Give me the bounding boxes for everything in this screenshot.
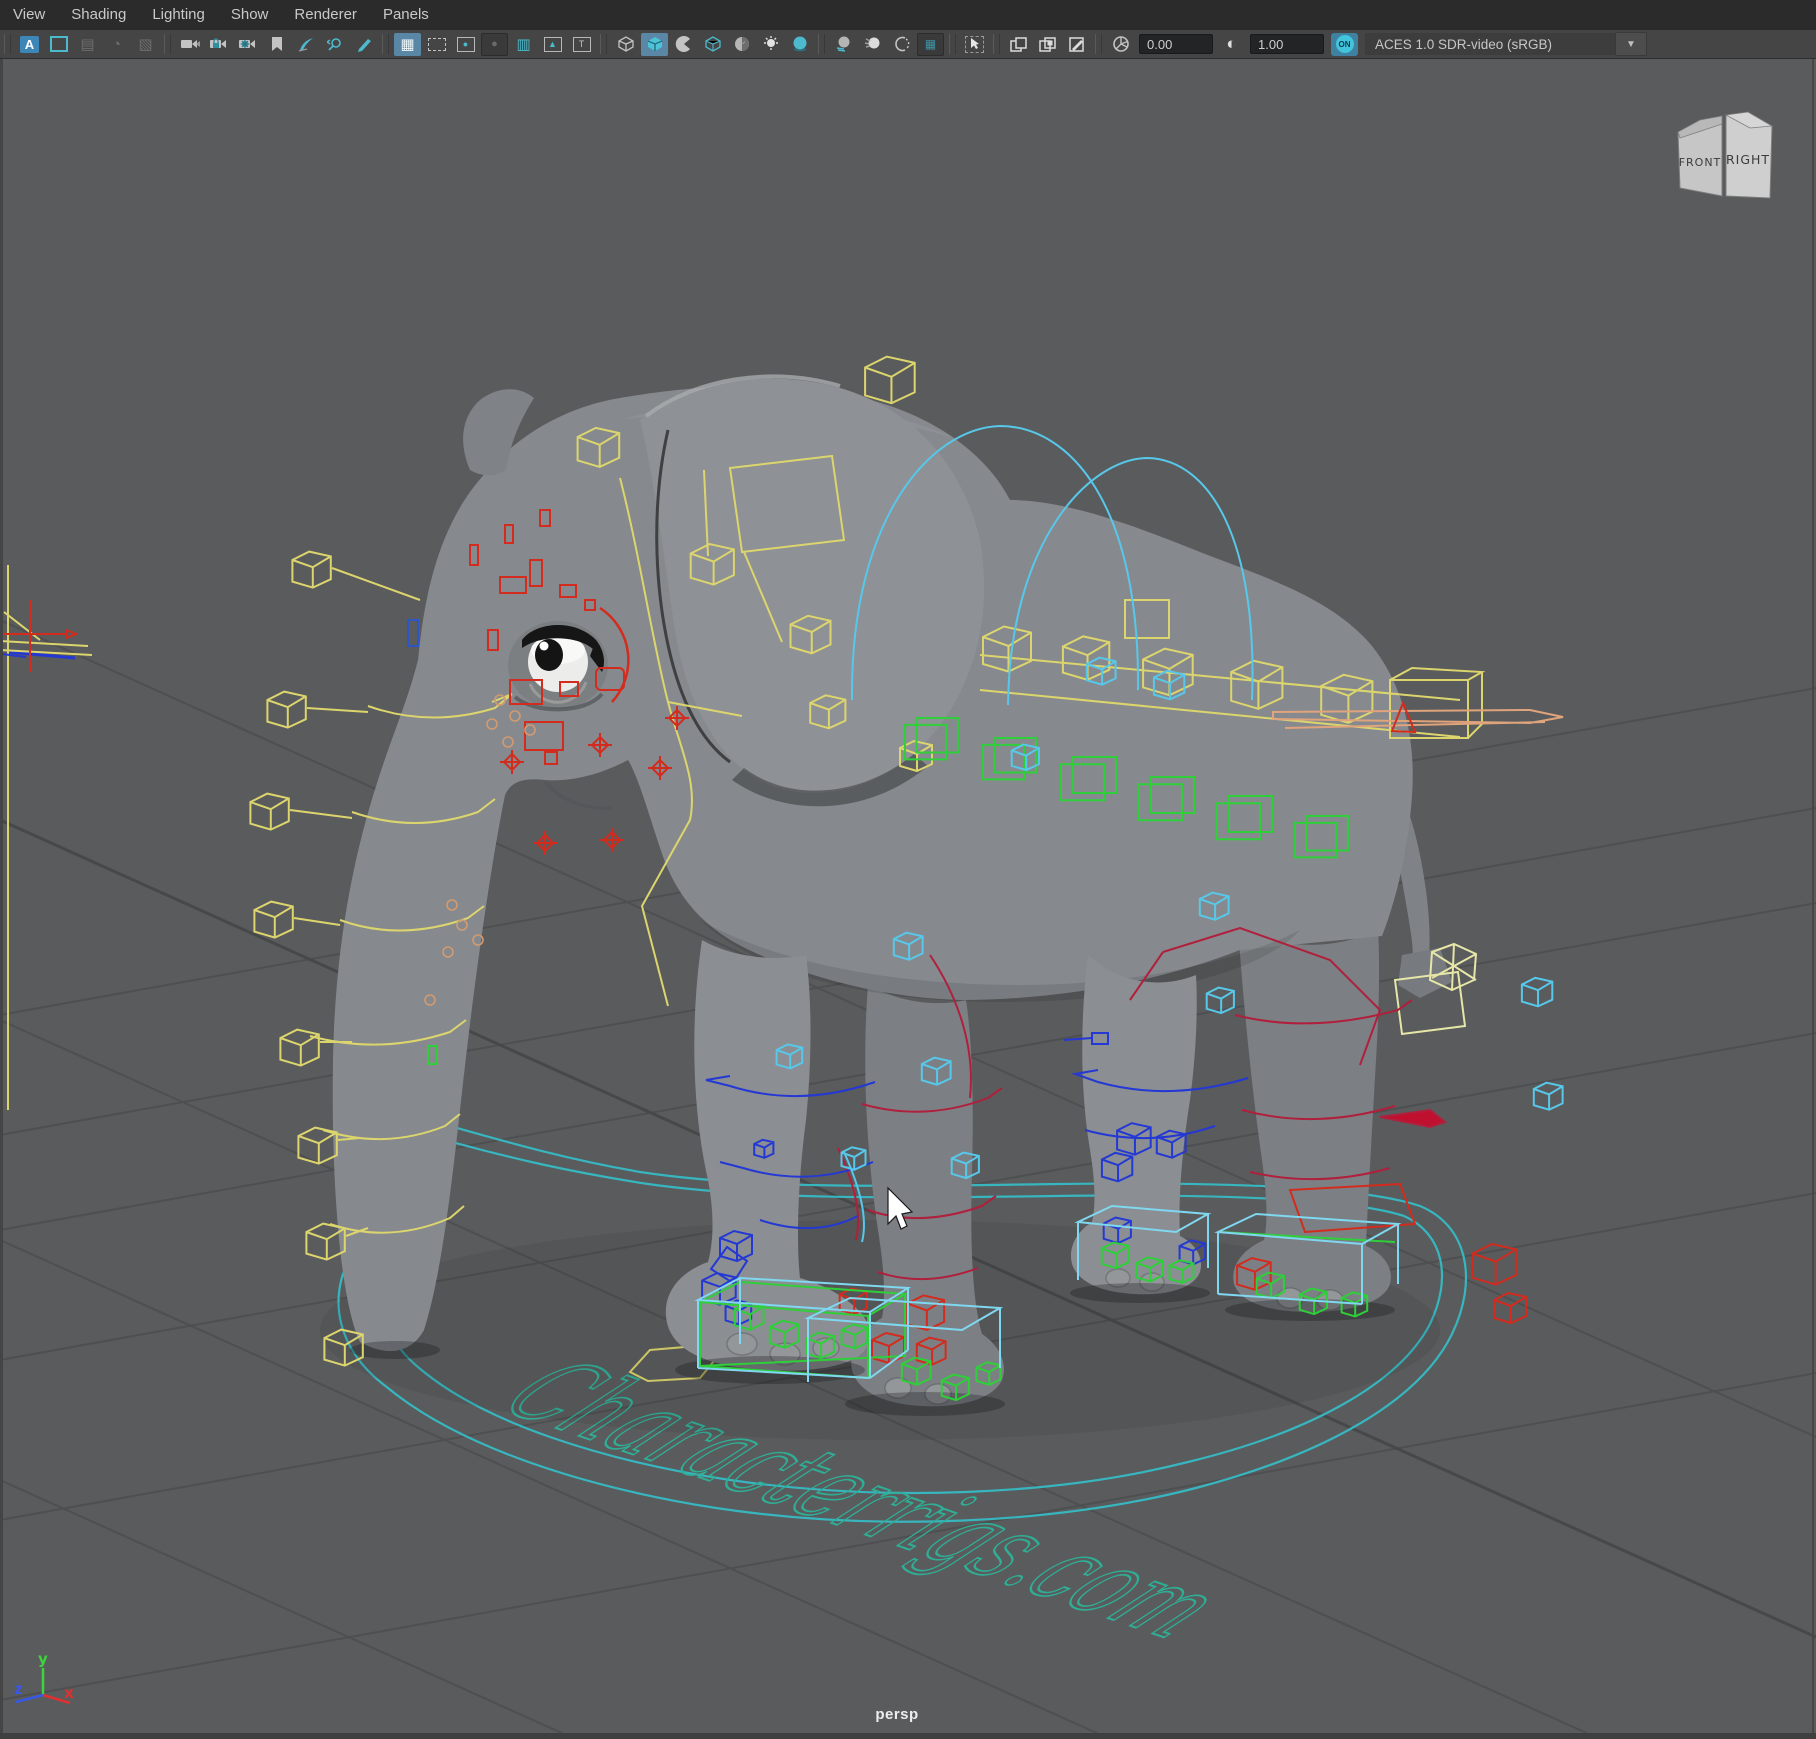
shadows-icon[interactable]	[786, 33, 813, 56]
resolution-gate-icon[interactable]: ●	[452, 33, 479, 56]
view-transform-dropdown-arrow[interactable]: ▼	[1615, 32, 1647, 56]
camera-lock-icon[interactable]	[205, 33, 232, 56]
exposure-icon[interactable]	[1107, 33, 1134, 56]
panel-menu-bar: View Shading Lighting Show Renderer Pane…	[0, 0, 1816, 30]
pan-zoom-icon[interactable]	[321, 33, 348, 56]
screen-space-ao-icon[interactable]	[830, 33, 857, 56]
viewport-left-edge	[0, 58, 3, 1739]
menu-shading[interactable]: Shading	[58, 0, 139, 30]
color-management-toggle[interactable]: ON	[1331, 33, 1358, 56]
maya-viewport-window: Characterrigs.com	[0, 0, 1816, 1739]
menu-renderer[interactable]: Renderer	[281, 0, 370, 30]
menu-show[interactable]: Show	[218, 0, 282, 30]
viewport-canvas[interactable]: Characterrigs.com	[0, 0, 1816, 1739]
toolbar-grip	[164, 34, 171, 54]
bookmark-icon[interactable]	[263, 33, 290, 56]
grid-toggle-icon[interactable]: ▦	[394, 33, 421, 56]
toolbar-grip	[1095, 34, 1102, 54]
panel-toolbar: A ▤ ◔ ▧ ▦ ● ● ▥ ▲ T ▦	[0, 30, 1816, 59]
lasso-select-icon[interactable]: ▤	[74, 33, 101, 56]
viewport-bottom-edge	[0, 1733, 1816, 1739]
anti-aliasing-icon[interactable]: ▦	[917, 33, 944, 56]
menu-view[interactable]: View	[0, 0, 58, 30]
toolbar-grip	[993, 34, 1000, 54]
view-cube-right-face[interactable]: RIGHT	[1726, 152, 1770, 167]
axis-z-label: z	[14, 1680, 23, 1698]
depth-of-field-icon[interactable]	[888, 33, 915, 56]
menu-panels[interactable]: Panels	[370, 0, 442, 30]
textured-mode-icon[interactable]	[699, 33, 726, 56]
motion-blur-icon[interactable]	[859, 33, 886, 56]
default-material-icon[interactable]	[670, 33, 697, 56]
toolbar-grip	[4, 34, 11, 54]
axis-y-label: y	[38, 1650, 48, 1668]
toolbar-grip	[600, 34, 607, 54]
marquee-select-icon[interactable]	[45, 33, 72, 56]
toolbar-grip	[949, 34, 956, 54]
viewport-right-edge	[1812, 58, 1814, 1739]
camera-attributes-icon[interactable]	[234, 33, 261, 56]
xray-joints-icon[interactable]	[1034, 33, 1061, 56]
select-by-name-icon[interactable]: A	[16, 33, 43, 56]
checker-material-icon[interactable]	[728, 33, 755, 56]
exposure-field[interactable]: 0.00	[1139, 34, 1213, 54]
gate-mask-icon[interactable]: ●	[481, 33, 508, 56]
elephant-eye	[508, 621, 608, 709]
camera-select-icon[interactable]	[176, 33, 203, 56]
isolate-select-icon[interactable]	[961, 33, 988, 56]
axis-x-label: x	[64, 1684, 74, 1702]
gamma-field[interactable]: 1.00	[1250, 34, 1324, 54]
pencil-icon[interactable]	[350, 33, 377, 56]
view-transform-dropdown[interactable]: ACES 1.0 SDR-video (sRGB)	[1365, 33, 1615, 55]
toolbar-grip	[818, 34, 825, 54]
grease-pencil-icon[interactable]	[292, 33, 319, 56]
film-gate-icon[interactable]	[423, 33, 450, 56]
wireframe-mode-icon[interactable]	[612, 33, 639, 56]
safe-action-icon[interactable]: ▲	[539, 33, 566, 56]
menu-lighting[interactable]: Lighting	[139, 0, 218, 30]
images-icon[interactable]: ▧	[132, 33, 159, 56]
contrast-icon[interactable]: ◐	[1218, 33, 1245, 56]
xray-active-icon[interactable]	[1063, 33, 1090, 56]
use-all-lights-icon[interactable]	[757, 33, 784, 56]
toolbar-grip	[382, 34, 389, 54]
xray-icon[interactable]	[1005, 33, 1032, 56]
camera-name-label: persp	[857, 1706, 937, 1723]
smooth-shade-mode-icon[interactable]	[641, 33, 668, 56]
paint-select-icon[interactable]: ◔	[103, 33, 130, 56]
safe-title-icon[interactable]: T	[568, 33, 595, 56]
field-chart-icon[interactable]: ▥	[510, 33, 537, 56]
view-cube-front-face[interactable]: FRONT	[1679, 156, 1722, 169]
